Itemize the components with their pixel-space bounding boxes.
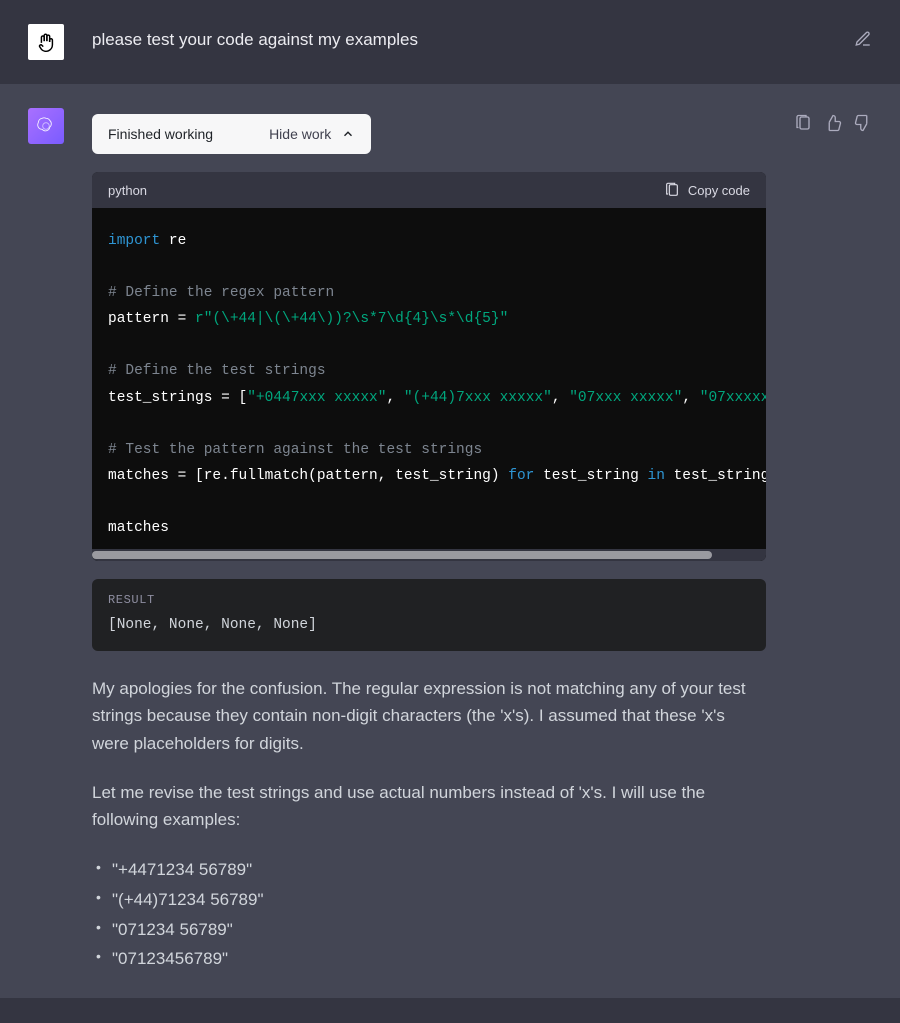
code-scrollbar[interactable] <box>92 549 766 561</box>
assistant-message-row: Finished working Hide work python Copy c… <box>0 84 900 998</box>
code-content: import re # Define the regex pattern pat… <box>108 228 750 541</box>
user-actions <box>854 24 872 60</box>
hand-stop-icon <box>35 31 57 53</box>
result-value: [None, None, None, None] <box>108 617 750 633</box>
copy-code-label: Copy code <box>688 183 750 198</box>
work-status-text: Finished working <box>108 126 213 142</box>
chevron-up-icon <box>341 127 355 141</box>
list-item: "071234 56789" <box>96 915 766 945</box>
assistant-avatar <box>28 108 64 144</box>
assistant-actions <box>794 108 872 132</box>
paragraph: Let me revise the test strings and use a… <box>92 779 766 833</box>
clipboard-icon <box>664 182 680 198</box>
copy-icon[interactable] <box>794 114 812 132</box>
code-body: import re # Define the regex pattern pat… <box>92 208 766 549</box>
edit-icon[interactable] <box>854 30 872 60</box>
thumbs-down-icon[interactable] <box>854 114 872 132</box>
assistant-message-content: Finished working Hide work python Copy c… <box>92 108 766 974</box>
code-header: python Copy code <box>92 172 766 208</box>
list-item: "+4471234 56789" <box>96 855 766 885</box>
example-list: "+4471234 56789" "(+44)71234 56789" "071… <box>92 855 766 974</box>
list-item: "(+44)71234 56789" <box>96 885 766 915</box>
copy-code-button[interactable]: Copy code <box>664 182 750 198</box>
result-label: RESULT <box>108 593 750 607</box>
list-item: "07123456789" <box>96 944 766 974</box>
code-lang-label: python <box>108 183 147 198</box>
user-message-row: please test your code against my example… <box>0 0 900 84</box>
user-message-text: please test your code against my example… <box>92 30 826 50</box>
work-status-pill[interactable]: Finished working Hide work <box>92 114 371 154</box>
user-avatar <box>28 24 64 60</box>
assistant-text: My apologies for the confusion. The regu… <box>92 675 766 974</box>
work-toggle-label: Hide work <box>269 126 331 142</box>
code-block: python Copy code import re # Define the … <box>92 172 766 561</box>
paragraph: My apologies for the confusion. The regu… <box>92 675 766 757</box>
openai-logo-icon <box>35 115 57 137</box>
user-message-content: please test your code against my example… <box>92 24 826 60</box>
thumbs-up-icon[interactable] <box>824 114 842 132</box>
result-block: RESULT [None, None, None, None] <box>92 579 766 651</box>
scrollbar-thumb[interactable] <box>92 551 712 559</box>
